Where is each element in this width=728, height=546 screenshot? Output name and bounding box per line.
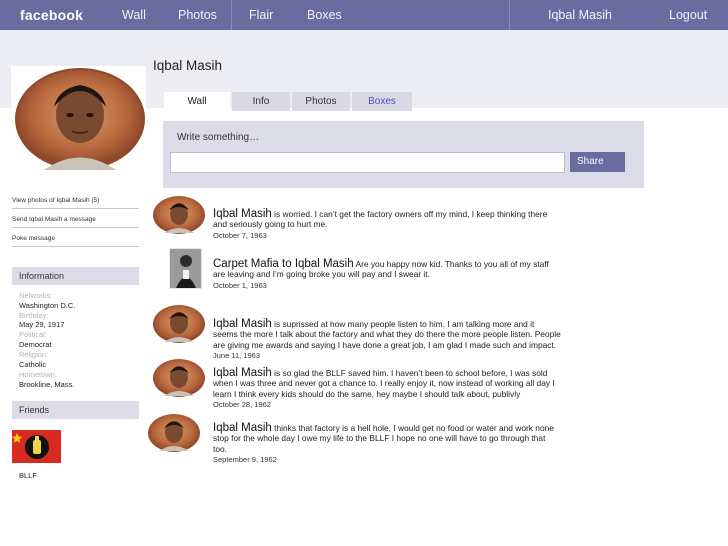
profile-name: Iqbal Masih [153, 58, 223, 73]
facebook-logo[interactable]: facebook [20, 0, 83, 30]
top-nav-bar: facebook Wall Photos Flair Boxes Iqbal M… [0, 0, 728, 30]
profile-photo[interactable] [14, 67, 146, 172]
tab-photos[interactable]: Photos [292, 92, 350, 111]
wall-post: Iqbal Masih is suprissed at how many peo… [213, 318, 561, 361]
tab-boxes[interactable]: Boxes [352, 92, 412, 111]
nav-user-link[interactable]: Iqbal Masih [548, 0, 612, 30]
post-avatar[interactable] [147, 413, 201, 453]
tab-wall[interactable]: Wall [164, 92, 230, 111]
wall-post: Carpet Mafia to Iqbal Masih Are you happ… [213, 258, 561, 291]
nav-divider [509, 0, 510, 30]
friends-heading: Friends [12, 401, 139, 419]
poke-link[interactable]: Poke message [12, 235, 139, 247]
post-author-link[interactable]: Carpet Mafia to Iqbal Masih [213, 258, 354, 270]
info-label: Political: [19, 330, 47, 339]
info-value: May 29, 1917 [19, 320, 65, 329]
composer-input[interactable] [170, 152, 565, 173]
info-label: Birthday: [19, 311, 49, 320]
share-button[interactable]: Share [570, 152, 625, 172]
post-author-link[interactable]: Iqbal Masih [213, 422, 272, 434]
nav-flair-link[interactable]: Flair [249, 0, 273, 30]
nav-boxes-link[interactable]: Boxes [307, 0, 342, 30]
information-heading: Information [12, 267, 139, 285]
post-avatar[interactable] [152, 195, 206, 235]
nav-photos-link[interactable]: Photos [178, 0, 217, 30]
post-date: September 9, 1962 [213, 454, 277, 464]
post-author-link[interactable]: Iqbal Masih [213, 318, 272, 330]
info-label: Hometown: [19, 370, 57, 379]
info-value: Democrat [19, 340, 52, 349]
info-value: Brookline, Mass. [19, 380, 75, 389]
post-author-link[interactable]: Iqbal Masih [213, 208, 272, 220]
post-date: October 7, 1963 [213, 230, 267, 240]
tab-info[interactable]: Info [232, 92, 290, 111]
wall-post: Iqbal Masih thinks that factory is a hel… [213, 422, 561, 465]
post-avatar[interactable] [152, 304, 206, 344]
nav-wall-link[interactable]: Wall [122, 0, 146, 30]
send-message-link[interactable]: Send Iqbal Masih a message [12, 216, 139, 228]
friend-name[interactable]: BLLF [19, 471, 37, 480]
post-date: June 11, 1963 [213, 350, 260, 360]
post-date: October 1, 1963 [213, 280, 267, 290]
wall-composer: Write something… Share [163, 121, 644, 188]
bllf-friend-logo[interactable] [12, 430, 61, 463]
post-avatar[interactable] [169, 248, 202, 289]
info-value: Catholic [19, 360, 47, 369]
post-author-link[interactable]: Iqbal Masih [213, 367, 272, 379]
wall-post: Iqbal Masih is so glad the BLLF saved hi… [213, 367, 561, 410]
info-value: Washington D.C. [19, 301, 76, 310]
nav-logout-link[interactable]: Logout [669, 0, 707, 30]
info-label: Religion: [19, 350, 49, 359]
composer-prompt: Write something… [177, 132, 260, 143]
post-date: October 28, 1962 [213, 399, 271, 409]
wall-post: Iqbal Masih is worried. I can’t get the … [213, 208, 561, 241]
view-photos-link[interactable]: View photos of Iqbal Masih (5) [12, 197, 139, 209]
info-label: Networks: [19, 291, 53, 300]
nav-divider [231, 0, 232, 30]
post-avatar[interactable] [152, 358, 206, 398]
